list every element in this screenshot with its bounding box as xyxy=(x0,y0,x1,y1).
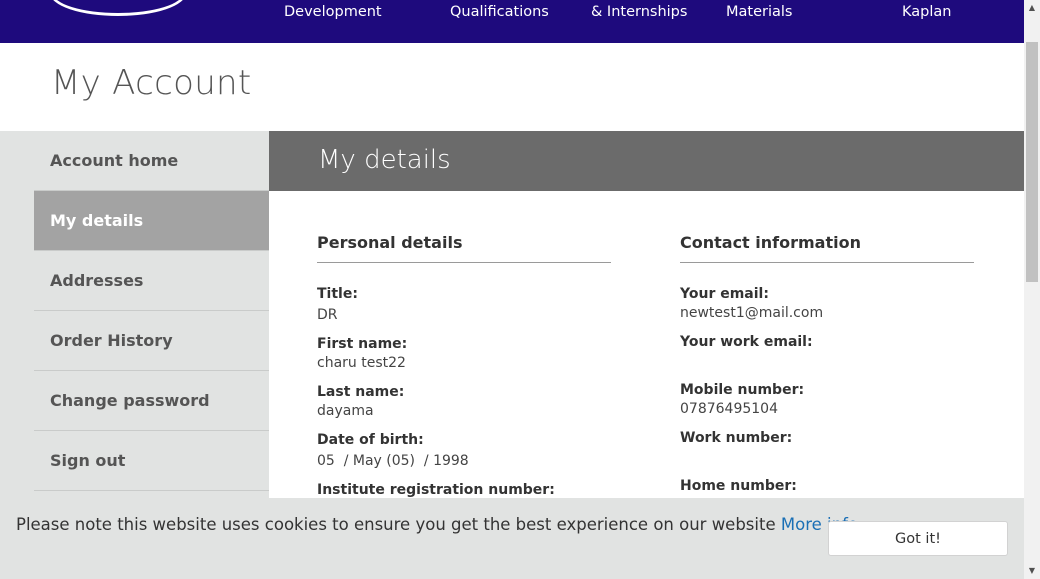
nav-item-kaplan[interactable]: Kaplan xyxy=(902,4,951,20)
top-nav-bar: Development Qualifications & Internships… xyxy=(0,0,1024,43)
personal-details-heading: Personal details xyxy=(317,233,463,252)
work-email-label: Your work email: xyxy=(680,334,813,350)
cookie-banner: Please note this website uses cookies to… xyxy=(0,498,1024,579)
institute-registration-label: Institute registration number: xyxy=(317,482,555,498)
sidebar-item-order-history[interactable]: Order History xyxy=(34,311,269,371)
cookie-message: Please note this website uses cookies to… xyxy=(16,515,858,534)
contact-information-heading: Contact information xyxy=(680,233,861,252)
nav-item-internships[interactable]: & Internships xyxy=(591,4,687,20)
page-title: My Account xyxy=(51,63,252,103)
section-header: My details xyxy=(269,131,1024,191)
title-label: Title: xyxy=(317,286,358,302)
work-number-label: Work number: xyxy=(680,430,793,446)
scroll-up-icon[interactable]: ▲ xyxy=(1024,0,1040,16)
cookie-text: Please note this website uses cookies to… xyxy=(16,515,776,534)
sidebar-item-addresses[interactable]: Addresses xyxy=(34,251,269,311)
sidebar-item-account-home[interactable]: Account home xyxy=(34,131,269,191)
contact-information-divider xyxy=(680,262,974,263)
first-name-value: charu test22 xyxy=(317,355,406,371)
sidebar-item-sign-out[interactable]: Sign out xyxy=(34,431,269,491)
last-name-label: Last name: xyxy=(317,384,405,400)
title-value: DR xyxy=(317,307,338,323)
dob-label: Date of birth: xyxy=(317,432,424,448)
mobile-number-label: Mobile number: xyxy=(680,382,805,398)
scrollbar-thumb[interactable] xyxy=(1026,42,1038,282)
first-name-label: First name: xyxy=(317,336,408,352)
home-number-label: Home number: xyxy=(680,478,797,494)
scroll-down-icon[interactable]: ▼ xyxy=(1024,563,1040,579)
sidebar-item-change-password[interactable]: Change password xyxy=(34,371,269,431)
email-value: newtest1@mail.com xyxy=(680,305,824,321)
got-it-button[interactable]: Got it! xyxy=(828,521,1008,556)
sidebar-item-my-details[interactable]: My details xyxy=(34,191,269,251)
dob-value: 05 / May (05) / 1998 xyxy=(317,453,469,469)
email-label: Your email: xyxy=(680,286,769,302)
nav-item-qualifications[interactable]: Qualifications xyxy=(450,4,549,20)
last-name-value: dayama xyxy=(317,403,374,419)
section-title: My details xyxy=(318,145,451,175)
mobile-number-value: 07876495104 xyxy=(680,401,778,417)
nav-item-development[interactable]: Development xyxy=(284,4,382,20)
nav-item-materials[interactable]: Materials xyxy=(726,4,792,20)
site-logo[interactable] xyxy=(50,0,186,16)
personal-details-divider xyxy=(317,262,611,263)
